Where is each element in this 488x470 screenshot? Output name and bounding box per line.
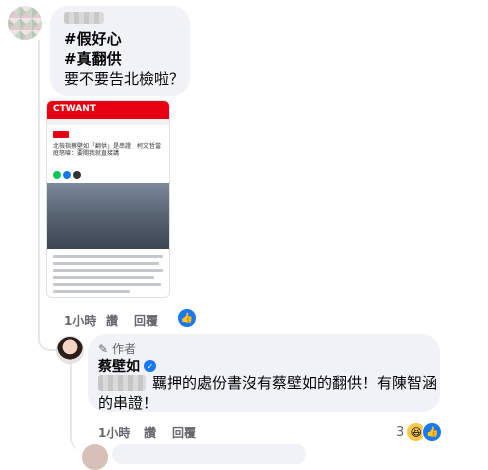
hashtag-link[interactable]: #真翻供: [64, 50, 122, 68]
reply-action[interactable]: 回覆: [134, 312, 158, 329]
next-commenter-avatar[interactable]: [82, 444, 108, 470]
author-badge-label: 作者: [112, 342, 137, 356]
like-action[interactable]: 讚: [106, 312, 118, 329]
verified-icon: ✓: [144, 360, 156, 372]
like-icon: 👍: [422, 422, 443, 442]
author-avatar[interactable]: [56, 336, 84, 364]
article-photo: [47, 183, 169, 249]
hashtag-link[interactable]: #假好心: [64, 30, 122, 48]
author-name-row[interactable]: 蔡壁如 ✓: [98, 356, 156, 376]
article-nav: [47, 119, 169, 125]
article-title: 北檢指蔡壁如「翻供」是串證 柯文哲當庭怒嗆：要關我就直接講: [53, 143, 162, 157]
comment-timestamp[interactable]: 1小時: [64, 312, 96, 329]
reply-text-line1: 羈押的處份書沒有蔡壁如的翻供！有陳智涵: [152, 374, 438, 392]
comment-text: 要不要告北檢啦？: [64, 70, 185, 88]
reply-text-line2: 的串證！: [98, 394, 159, 412]
tagged-name-blurred[interactable]: [98, 375, 146, 391]
reaction-summary[interactable]: 3 😆 👍: [396, 422, 443, 442]
article-body-text: [53, 255, 163, 297]
attached-article-image[interactable]: CTWANT 北檢指蔡壁如「翻供」是串證 柯文哲當庭怒嗆：要關我就直接講: [46, 100, 170, 298]
commenter-avatar[interactable]: [8, 6, 42, 40]
article-header-bar: CTWANT: [47, 101, 169, 119]
facebook-icon: [63, 171, 71, 179]
commenter-name-blurred[interactable]: [64, 12, 104, 24]
thread-connector-line: [70, 364, 82, 450]
author-name[interactable]: 蔡壁如: [98, 356, 140, 376]
reply-action[interactable]: 回覆: [172, 424, 196, 441]
pencil-icon: ✎: [98, 341, 109, 356]
thread-connector-line: [38, 40, 56, 351]
link-icon: [73, 171, 81, 179]
like-icon[interactable]: 👍: [178, 309, 196, 327]
like-action[interactable]: 讚: [144, 424, 156, 441]
next-comment-bubble: [112, 444, 306, 464]
article-share-icons: [53, 171, 81, 179]
article-logo: CTWANT: [53, 104, 96, 114]
reaction-count: 3: [396, 424, 405, 440]
author-badge: ✎ 作者: [98, 340, 136, 357]
comment-timestamp[interactable]: 1小時: [98, 424, 130, 441]
